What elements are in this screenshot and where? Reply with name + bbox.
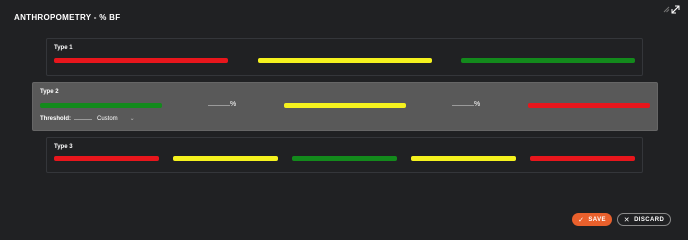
check-icon: ✓ xyxy=(578,216,585,224)
type3-panel[interactable]: Type 3 xyxy=(46,137,643,173)
type3-bar-yellow-1 xyxy=(173,156,278,161)
minimize-icon[interactable] xyxy=(663,6,670,13)
type1-bar-yellow xyxy=(258,58,432,63)
chevron-down-icon[interactable]: ⌄ xyxy=(130,116,135,122)
type2-threshold-2-input[interactable] xyxy=(452,105,474,106)
percent-symbol: % xyxy=(474,101,481,108)
discard-button[interactable]: ✕ DISCARD xyxy=(617,213,671,226)
type2-threshold-1[interactable]: % xyxy=(208,101,236,108)
window-controls[interactable] xyxy=(662,4,680,14)
threshold-label: Threshold: xyxy=(40,116,71,122)
type1-bar-green xyxy=(461,58,635,63)
type3-title: Type 3 xyxy=(54,144,73,150)
discard-label: DISCARD xyxy=(634,216,665,223)
type2-bar-yellow xyxy=(284,103,406,108)
collapse-icon[interactable] xyxy=(671,5,680,14)
type1-title: Type 1 xyxy=(54,45,73,51)
type2-bar-red xyxy=(528,103,650,108)
threshold-select[interactable]: Custom xyxy=(97,116,118,122)
percent-symbol: % xyxy=(230,101,237,108)
page-title: ANTHROPOMETRY - % BF xyxy=(14,13,121,22)
type2-threshold-1-input[interactable] xyxy=(208,105,230,106)
type3-bar-yellow-2 xyxy=(411,156,516,161)
close-icon: ✕ xyxy=(623,216,631,224)
type3-bar-red-2 xyxy=(530,156,635,161)
type2-threshold-2[interactable]: % xyxy=(452,101,480,108)
type2-bar-green xyxy=(40,103,162,108)
type2-title: Type 2 xyxy=(40,89,59,95)
type1-bar-red xyxy=(54,58,228,63)
threshold-input[interactable] xyxy=(74,119,92,120)
save-button[interactable]: ✓ SAVE xyxy=(572,213,612,226)
type1-panel[interactable]: Type 1 xyxy=(46,38,643,76)
type3-bar-green xyxy=(292,156,397,161)
type2-panel[interactable]: Type 2 % % Threshold: Custom ⌄ xyxy=(32,82,658,131)
threshold-row: Threshold: Custom ⌄ xyxy=(40,115,135,122)
type3-bar-red-1 xyxy=(54,156,159,161)
save-label: SAVE xyxy=(588,216,606,223)
